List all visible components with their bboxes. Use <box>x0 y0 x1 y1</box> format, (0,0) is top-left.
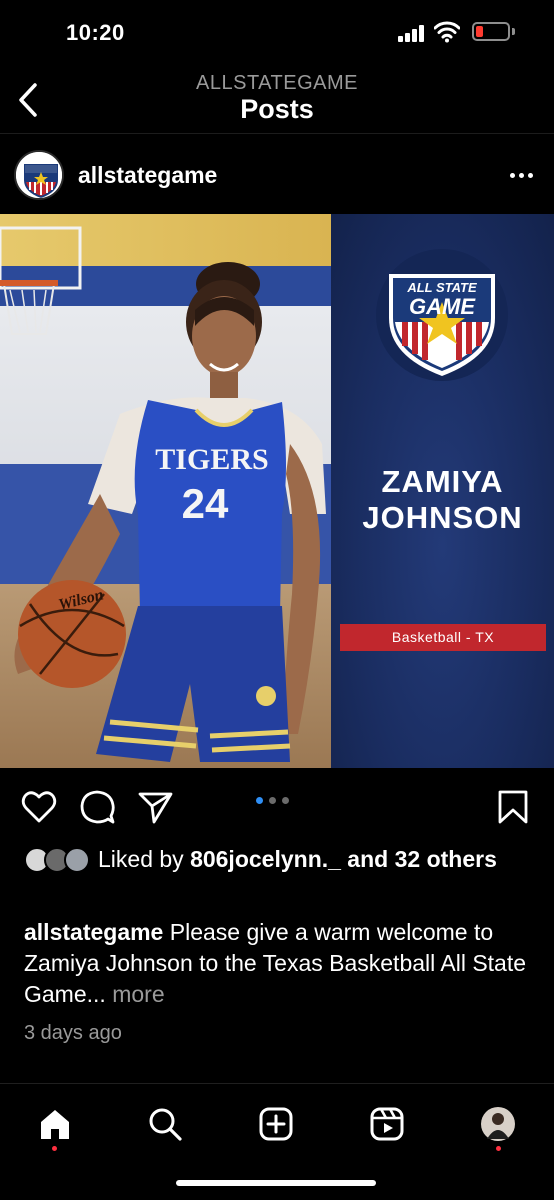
action-bar <box>0 770 554 840</box>
search-icon <box>149 1108 182 1141</box>
player-last-name: JOHNSON <box>362 500 523 535</box>
nav-search[interactable] <box>143 1102 187 1146</box>
share-icon[interactable] <box>136 788 174 826</box>
caption-author[interactable]: allstategame <box>24 919 163 945</box>
sport-label: Basketball - TX <box>340 624 546 651</box>
liker-username[interactable]: 806jocelynn._ <box>190 846 341 872</box>
account-name: ALLSTATEGAME <box>196 72 358 94</box>
author-name[interactable]: allstategame <box>78 162 217 189</box>
player-figure: TIGERS 24 Wilson <box>0 226 326 762</box>
avatar <box>64 847 90 873</box>
notification-dot <box>496 1146 501 1151</box>
comment-icon[interactable] <box>78 788 116 826</box>
jersey-text: TIGERS <box>155 443 268 476</box>
caption: allstategame Please give a warm welcome … <box>24 917 538 1010</box>
jersey-number: 24 <box>182 480 229 527</box>
heart-icon[interactable] <box>20 788 58 826</box>
notification-dot <box>52 1146 57 1151</box>
all-state-game-logo: ALL STATE GAME <box>376 249 508 381</box>
nav-home[interactable] <box>33 1102 77 1146</box>
home-indicator <box>176 1180 376 1186</box>
allstate-logo-icon <box>16 152 62 198</box>
info-panel: ALL STATE GAME ZAMIYA JOHNSON Basketball… <box>331 214 554 768</box>
more-options-button[interactable] <box>498 159 544 189</box>
reels-icon <box>370 1107 404 1141</box>
page-title: Posts <box>240 94 314 124</box>
bookmark-icon[interactable] <box>494 788 532 826</box>
battery-low-icon <box>472 22 510 41</box>
nav-create[interactable] <box>254 1102 298 1146</box>
player-photo: TIGERS 24 Wilson <box>0 214 331 768</box>
likes-text: Liked by 806jocelynn._ and 32 others <box>98 846 497 872</box>
likes-row[interactable]: Liked by 806jocelynn._ and 32 others <box>0 842 554 908</box>
nav-profile[interactable] <box>476 1102 520 1146</box>
ellipsis-icon <box>510 173 515 178</box>
create-icon <box>259 1107 293 1141</box>
header: ALLSTATEGAME Posts <box>0 66 554 134</box>
profile-icon <box>481 1107 515 1141</box>
logo-text-bottom: GAME <box>409 294 476 319</box>
liker-avatars <box>24 847 94 873</box>
carousel-dot <box>282 797 289 804</box>
carousel-dot <box>256 797 263 804</box>
post-header: allstategame <box>0 135 554 215</box>
wifi-icon <box>434 21 460 43</box>
nav-reels[interactable] <box>365 1102 409 1146</box>
carousel-indicator <box>256 797 289 807</box>
post-timestamp: 3 days ago <box>24 1022 122 1044</box>
caption-more-link[interactable]: more <box>106 981 164 1007</box>
home-icon <box>41 1110 69 1139</box>
status-bar: 10:20 <box>0 0 554 66</box>
status-time: 10:20 <box>66 20 125 45</box>
logo-text-top: ALL STATE <box>406 280 477 295</box>
author-avatar[interactable] <box>14 150 64 200</box>
player-first-name: ZAMIYA <box>381 464 504 499</box>
carousel-dot <box>269 797 276 804</box>
post-image[interactable]: TIGERS 24 Wilson ALL STATE GAME ZAMIYA J… <box>0 214 554 768</box>
signal-icon <box>398 24 426 42</box>
